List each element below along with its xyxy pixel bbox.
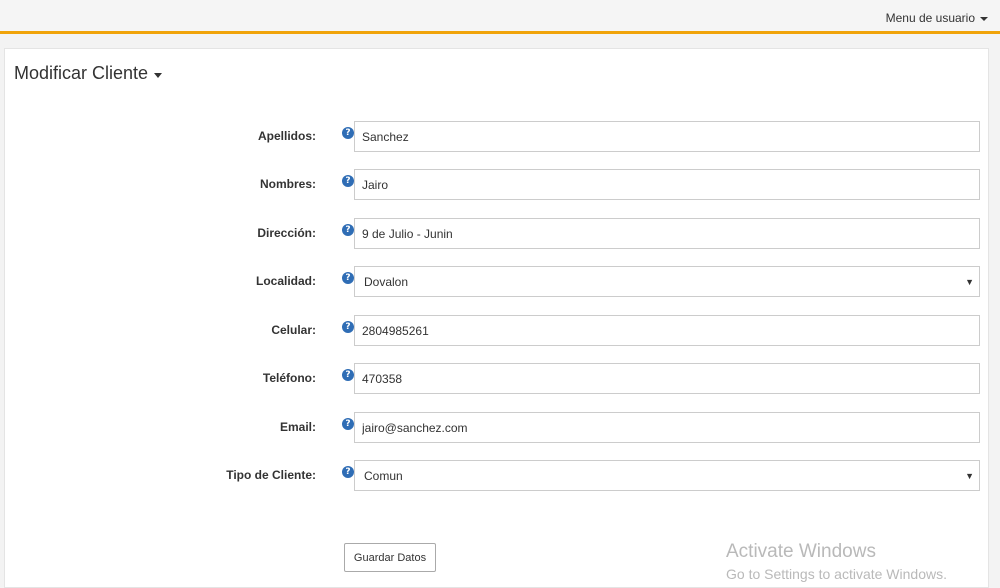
save-button[interactable]: Guardar Datos [344, 543, 436, 572]
help-icon[interactable]: ? [342, 418, 354, 430]
celular-input[interactable] [354, 315, 980, 346]
tipo-cliente-label: Tipo de Cliente: [226, 468, 316, 482]
telefono-input[interactable] [354, 363, 980, 394]
localidad-select[interactable]: Dovalon ▼ [354, 266, 980, 297]
user-menu-label: Menu de usuario [885, 11, 975, 25]
form-row-direccion: Dirección: ? [5, 218, 988, 249]
chevron-down-icon: ▼ [965, 277, 974, 287]
chevron-down-icon: ▼ [965, 471, 974, 481]
client-form-panel: Modificar Cliente Apellidos: ? Nombres: … [4, 48, 989, 588]
caret-down-icon [154, 72, 163, 78]
page-title: Modificar Cliente [14, 63, 149, 83]
user-menu-dropdown[interactable]: Menu de usuario [886, 11, 988, 25]
windows-activation-watermark: Activate Windows Go to Settings to activ… [726, 541, 947, 584]
tipo-cliente-select[interactable]: Comun ▼ [354, 460, 980, 491]
tipo-cliente-selected-value: Comun [364, 468, 403, 483]
caret-down-icon [980, 17, 988, 21]
direccion-label: Dirección: [257, 226, 316, 240]
email-input[interactable] [354, 412, 980, 443]
watermark-title: Activate Windows [726, 541, 876, 562]
help-icon[interactable]: ? [342, 127, 354, 139]
email-label: Email: [279, 420, 316, 434]
top-navbar: Menu de usuario [0, 0, 1000, 34]
localidad-selected-value: Dovalon [364, 274, 409, 289]
help-icon[interactable]: ? [342, 175, 354, 187]
apellidos-input[interactable] [354, 121, 980, 152]
form-row-localidad: Localidad: ? Dovalon ▼ [5, 266, 988, 297]
direccion-input[interactable] [354, 218, 980, 249]
form-row-apellidos: Apellidos: ? [5, 121, 988, 152]
telefono-label: Teléfono: [262, 371, 316, 385]
form-row-celular: Celular: ? [5, 315, 988, 346]
help-icon[interactable]: ? [342, 224, 354, 236]
nombres-input[interactable] [354, 169, 980, 200]
help-icon[interactable]: ? [342, 466, 354, 478]
localidad-label: Localidad: [255, 274, 316, 288]
help-icon[interactable]: ? [342, 272, 354, 284]
nombres-label: Nombres: [259, 177, 316, 191]
help-icon[interactable]: ? [342, 321, 354, 333]
form-row-nombres: Nombres: ? [5, 169, 988, 200]
help-icon[interactable]: ? [342, 369, 354, 381]
form-row-email: Email: ? [5, 412, 988, 443]
form-row-tipo-cliente: Tipo de Cliente: ? Comun ▼ [5, 460, 988, 491]
watermark-subtitle: Go to Settings to activate Windows. [726, 566, 947, 582]
apellidos-label: Apellidos: [257, 129, 316, 143]
celular-label: Celular: [271, 323, 316, 337]
panel-title-toggle[interactable]: Modificar Cliente [14, 63, 163, 84]
form-row-telefono: Teléfono: ? [5, 363, 988, 394]
